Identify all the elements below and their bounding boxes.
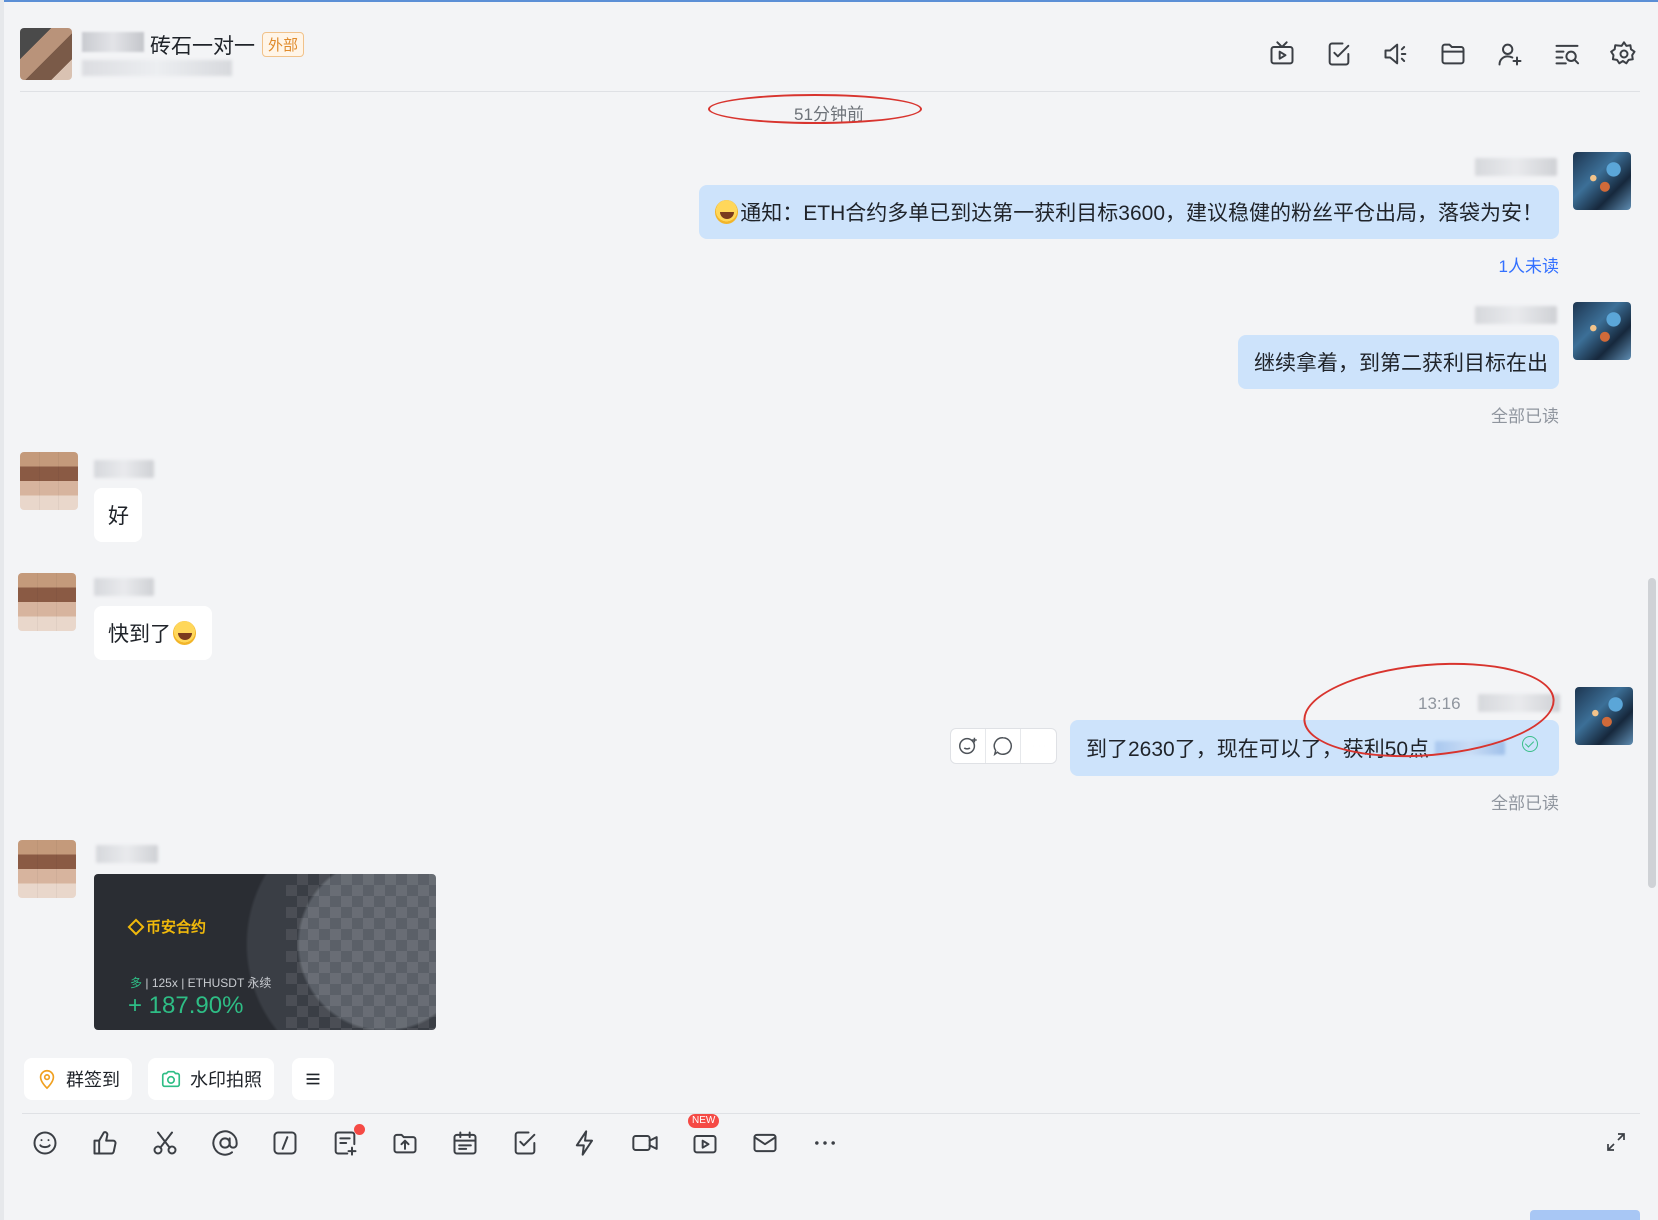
- quick-action-icon[interactable]: [568, 1126, 601, 1159]
- new-badge: NEW: [688, 1114, 720, 1128]
- slash-command-icon[interactable]: [268, 1126, 301, 1159]
- emoji-icon[interactable]: [28, 1126, 61, 1159]
- more-icon[interactable]: [1021, 729, 1056, 763]
- chat-scrollbar[interactable]: [1648, 578, 1656, 888]
- image-message[interactable]: 币安合约 多 | 125x | ETHUSDT 永续 + 187.90%: [94, 874, 436, 1030]
- reply-icon[interactable]: [986, 729, 1021, 763]
- binance-diamond-icon: [127, 918, 145, 935]
- menu-icon: [306, 1073, 320, 1085]
- pnl-value: + 187.90%: [128, 992, 244, 1019]
- my-avatar[interactable]: [1573, 152, 1631, 210]
- message-text: 快到了: [108, 623, 171, 646]
- message-text: 继续拿着，到第二获利目标在出: [1254, 352, 1548, 375]
- task-icon[interactable]: [508, 1126, 541, 1159]
- window-left-border: [0, 0, 4, 1220]
- read-status[interactable]: 1人未读: [1400, 252, 1559, 277]
- group-checkin-button[interactable]: 群签到: [24, 1058, 132, 1100]
- search-history-icon[interactable]: [1551, 38, 1583, 70]
- message-bubble[interactable]: 通知：ETH合约多单已到达第一获利目标3600，建议稳健的粉丝平仓出局，落袋为安…: [699, 185, 1559, 239]
- watermark-photo-button[interactable]: 水印拍照: [148, 1058, 274, 1100]
- my-avatar[interactable]: [1573, 302, 1631, 360]
- composer-divider: [22, 1113, 1640, 1114]
- message-bubble[interactable]: 好: [94, 488, 142, 542]
- doc-add-icon[interactable]: [328, 1124, 365, 1159]
- quick-action-label: 水印拍照: [190, 1070, 262, 1090]
- sender-name-redacted: [1475, 306, 1557, 324]
- card-brand: 币安合约: [146, 919, 207, 936]
- sender-name-redacted: [94, 578, 154, 596]
- video-call-icon[interactable]: [628, 1126, 661, 1159]
- add-reaction-icon[interactable]: [951, 729, 986, 763]
- contact-avatar[interactable]: [20, 452, 78, 510]
- read-check-icon: [1522, 736, 1538, 752]
- mention-icon[interactable]: [208, 1126, 241, 1159]
- task-icon[interactable]: [1323, 38, 1355, 70]
- location-icon: [39, 1069, 55, 1090]
- folder-icon[interactable]: [1437, 38, 1469, 70]
- live-icon[interactable]: [1266, 38, 1298, 70]
- position-symbol: ETHUSDT 永续: [187, 976, 272, 990]
- chat-header: 砖石一对一 外部: [20, 18, 1640, 92]
- quick-action-label: 群签到: [66, 1070, 120, 1090]
- redacted-name: [82, 32, 144, 52]
- message-text: 好: [108, 505, 129, 528]
- position-meta: 多 | 125x | ETHUSDT 永续: [130, 974, 271, 991]
- message-bubble[interactable]: 继续拿着，到第二获利目标在出: [1238, 335, 1559, 389]
- message-bubble[interactable]: 快到了: [94, 606, 212, 660]
- camera-icon: [161, 1070, 181, 1088]
- sender-name-redacted: [1475, 158, 1557, 176]
- calendar-icon[interactable]: [448, 1126, 481, 1159]
- header-toolbar: [1266, 38, 1640, 70]
- message-hover-toolbar: [950, 728, 1057, 764]
- live-icon[interactable]: NEW: [688, 1114, 721, 1159]
- more-icon[interactable]: [808, 1126, 841, 1159]
- message-text: 通知：ETH合约多单已到达第一获利目标3600，建议稳健的粉丝平仓出局，落袋为安…: [740, 202, 1543, 225]
- contact-avatar[interactable]: [18, 573, 76, 631]
- position-side: 多: [130, 976, 143, 990]
- expand-icon[interactable]: [1604, 1130, 1632, 1158]
- upload-icon[interactable]: [388, 1126, 421, 1159]
- external-tag: 外部: [262, 32, 305, 57]
- grin-emoji-icon: [173, 621, 196, 645]
- annotation-circle-time: [708, 94, 922, 124]
- my-avatar[interactable]: [1575, 687, 1633, 745]
- send-button-edge[interactable]: [1530, 1210, 1640, 1220]
- notification-dot: [354, 1124, 365, 1135]
- settings-icon[interactable]: [1608, 38, 1640, 70]
- add-member-icon[interactable]: [1494, 38, 1526, 70]
- card-pattern: [286, 874, 436, 1030]
- quick-actions-menu-button[interactable]: [292, 1058, 334, 1100]
- read-status[interactable]: 全部已读: [1400, 789, 1559, 814]
- sender-name-redacted: [96, 845, 158, 863]
- position-leverage: 125x: [151, 976, 178, 990]
- sender-name-redacted: [94, 460, 154, 478]
- redacted-subtitle: [82, 60, 232, 76]
- composer-toolbar: NEW: [28, 1114, 841, 1159]
- read-status[interactable]: 全部已读: [1400, 402, 1559, 427]
- binance-logo: 币安合约: [127, 916, 207, 937]
- scissors-icon[interactable]: [148, 1126, 181, 1159]
- thumbs-up-icon[interactable]: [88, 1126, 121, 1159]
- mail-icon[interactable]: [748, 1126, 781, 1159]
- emoji-icon: [715, 200, 739, 224]
- window-top-border: [0, 0, 1658, 2]
- group-avatar[interactable]: [20, 28, 72, 80]
- chat-title[interactable]: 砖石一对一: [150, 30, 255, 60]
- announcement-icon[interactable]: [1380, 38, 1412, 70]
- contact-avatar[interactable]: [18, 840, 76, 898]
